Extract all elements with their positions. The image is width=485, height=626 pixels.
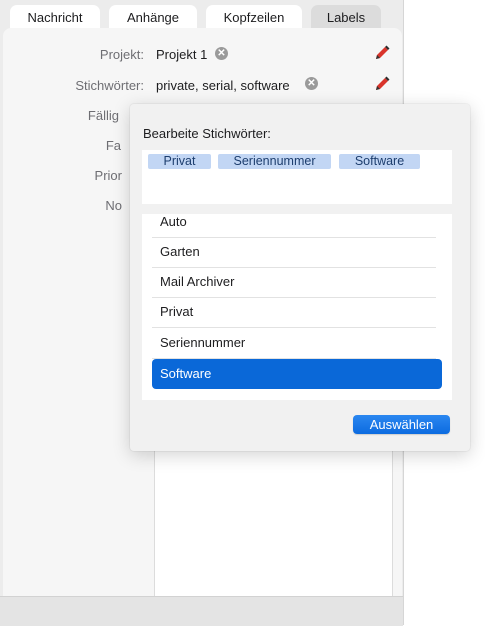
select-button[interactable]: Auswählen	[353, 415, 450, 434]
token-software[interactable]: Software	[339, 154, 420, 169]
project-value: Projekt 1	[156, 47, 208, 62]
list-item-auto[interactable]: Auto	[152, 207, 436, 238]
edit-project-pencil-icon[interactable]	[373, 44, 391, 62]
priority-label: Prior	[94, 168, 122, 183]
list-item-label: Garten	[160, 244, 200, 259]
notes-label: No	[105, 198, 122, 213]
list-item-label: Mail Archiver	[160, 274, 235, 289]
bottom-bar	[0, 596, 403, 626]
token-seriennummer[interactable]: Seriennummer	[218, 154, 331, 169]
keywords-label: Stichwörter:	[75, 78, 144, 93]
edit-keywords-pencil-icon[interactable]	[373, 75, 391, 93]
list-item-label: Auto	[160, 214, 187, 229]
keyword-list: Auto Garten Mail Archiver Privat Serienn…	[142, 214, 452, 400]
popover-title: Bearbeite Stichwörter:	[143, 126, 271, 141]
list-item-label: Seriennummer	[160, 335, 246, 350]
notes-textarea[interactable]	[154, 430, 393, 596]
list-item-label: Privat	[160, 304, 194, 319]
due-label: Fällig	[87, 108, 119, 123]
list-item-label: Software	[160, 366, 212, 381]
list-item-seriennummer[interactable]: Seriennummer	[152, 328, 436, 359]
list-item-privat[interactable]: Privat	[152, 297, 436, 328]
list-item-software[interactable]: Software	[152, 359, 442, 389]
keywords-value: private, serial, software	[156, 78, 290, 93]
list-item-garten[interactable]: Garten	[152, 237, 436, 268]
keyword-token-field[interactable]: Privat Seriennummer Software	[142, 150, 452, 204]
tab-bar: Nachricht Anhänge Kopfzeilen Labels	[0, 0, 403, 31]
token-privat[interactable]: Privat	[148, 154, 211, 169]
clear-project-icon[interactable]: ✕	[215, 47, 228, 60]
color-label: Fa	[105, 138, 121, 153]
edit-keywords-popover: Bearbeite Stichwörter: Privat Seriennumm…	[130, 104, 470, 451]
clear-keywords-icon[interactable]: ✕	[305, 77, 318, 90]
project-label: Projekt:	[99, 47, 144, 62]
list-item-mail-archiver[interactable]: Mail Archiver	[152, 267, 436, 298]
